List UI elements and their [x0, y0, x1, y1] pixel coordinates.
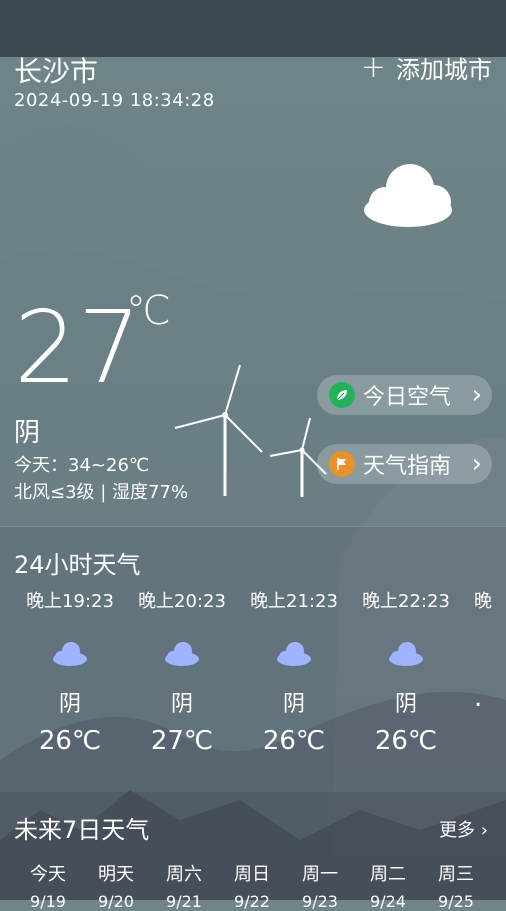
weekly-title: 未来7日天气 — [14, 816, 150, 844]
day-date: 9/22 — [234, 892, 270, 911]
hourly-condition: 阴 — [170, 692, 193, 717]
hourly-temperature: 27℃ — [150, 726, 214, 756]
wind-humidity: 北风≤3级 | 湿度77% — [14, 482, 189, 503]
hourly-item: 晚上21:23 阴 26℃ — [238, 587, 350, 756]
day-item[interactable]: 周三 9/25 — [422, 860, 490, 911]
hourly-time: 晚上19:23 — [26, 591, 114, 612]
hourly-item: 晚上20:23 阴 27℃ — [126, 587, 238, 756]
add-city-button[interactable]: + 添加城市 — [361, 50, 492, 85]
flag-icon — [329, 451, 355, 477]
hourly-condition: 阴 — [394, 692, 417, 717]
chevron-right-icon: › — [480, 820, 488, 841]
hourly-time: 晚上20:23 — [138, 591, 226, 612]
cloud-icon — [364, 164, 452, 227]
today-range: 今天：34~26℃ — [14, 455, 150, 476]
day-item[interactable]: 周二 9/24 — [354, 860, 422, 911]
day-date: 9/23 — [302, 892, 338, 911]
day-item[interactable]: 周一 9/23 — [286, 860, 354, 911]
day-item[interactable]: 周日 9/22 — [218, 860, 286, 911]
hourly-temperature: 26℃ — [374, 726, 438, 756]
status-bar — [0, 0, 506, 57]
add-city-label: 添加城市 — [396, 56, 492, 84]
day-date: 9/25 — [438, 892, 474, 911]
day-name: 周三 — [438, 864, 474, 885]
day-name: 周日 — [234, 864, 270, 885]
day-name: 周一 — [302, 864, 338, 885]
hourly-time: 晚 — [474, 591, 492, 612]
current-condition: 阴 — [14, 418, 41, 448]
leaf-icon — [329, 382, 355, 408]
day-name: 明天 — [98, 864, 134, 885]
cloud-icon — [389, 642, 423, 666]
day-date: 9/20 — [98, 892, 134, 911]
plus-icon: + — [360, 49, 386, 85]
weather-guide-label: 天气指南 — [363, 454, 452, 479]
hourly-time: 晚上22:23 — [362, 591, 450, 612]
day-date: 9/21 — [166, 892, 202, 911]
more-label: 更多 — [439, 820, 476, 841]
chevron-right-icon: › — [471, 449, 482, 479]
cloud-icon — [53, 642, 87, 666]
day-date: 9/19 — [30, 892, 66, 911]
cloud-icon — [277, 642, 311, 666]
hourly-condition: 阴 — [282, 692, 305, 717]
hourly-temperature: 26℃ — [262, 726, 326, 756]
air-quality-label: 今日空气 — [363, 385, 452, 410]
chevron-right-icon: › — [471, 380, 482, 410]
wind-turbine-illustration — [174, 364, 327, 497]
day-item[interactable]: 今天 9/19 — [14, 860, 82, 911]
hourly-condition: 阴 — [58, 692, 81, 717]
cloud-icon — [165, 642, 199, 666]
day-name: 今天 — [30, 864, 66, 885]
weekly-forecast-panel: 未来7日天气 更多 › 今天 9/19 明天 9/20 周六 9/21 周日 9… — [0, 792, 506, 911]
hourly-item: 晚上22:23 阴 26℃ — [350, 587, 462, 756]
hourly-list[interactable]: 晚上19:23 阴 26℃ 晚上20:23 阴 27℃ 晚上21:23 阴 26… — [0, 587, 506, 777]
update-time: 2024-09-19 18:34:28 — [14, 90, 215, 111]
hourly-temperature: 26℃ — [38, 726, 102, 756]
air-quality-button[interactable]: 今日空气 › — [317, 375, 492, 415]
day-item[interactable]: 明天 9/20 — [82, 860, 150, 911]
day-name: 周二 — [370, 864, 406, 885]
hourly-title: 24小时天气 — [14, 551, 141, 579]
hourly-item: 晚上19:23 阴 26℃ — [14, 587, 126, 756]
hourly-temperature: . — [474, 683, 483, 713]
hourly-forecast-panel: 24小时天气 晚上19:23 阴 26℃ 晚上20:23 阴 27℃ 晚上21:… — [0, 526, 506, 777]
hourly-time: 晚上21:23 — [250, 591, 338, 612]
temperature-unit: ℃ — [126, 288, 171, 334]
day-item[interactable]: 周六 9/21 — [150, 860, 218, 911]
day-name: 周六 — [166, 864, 202, 885]
current-temperature: 27 — [14, 289, 142, 406]
more-button[interactable]: 更多 › — [439, 816, 488, 842]
hourly-item: 晚 . — [462, 587, 506, 713]
city-name[interactable]: 长沙市 — [14, 50, 98, 90]
weather-guide-button[interactable]: 天气指南 › — [317, 444, 492, 484]
day-date: 9/24 — [370, 892, 406, 911]
